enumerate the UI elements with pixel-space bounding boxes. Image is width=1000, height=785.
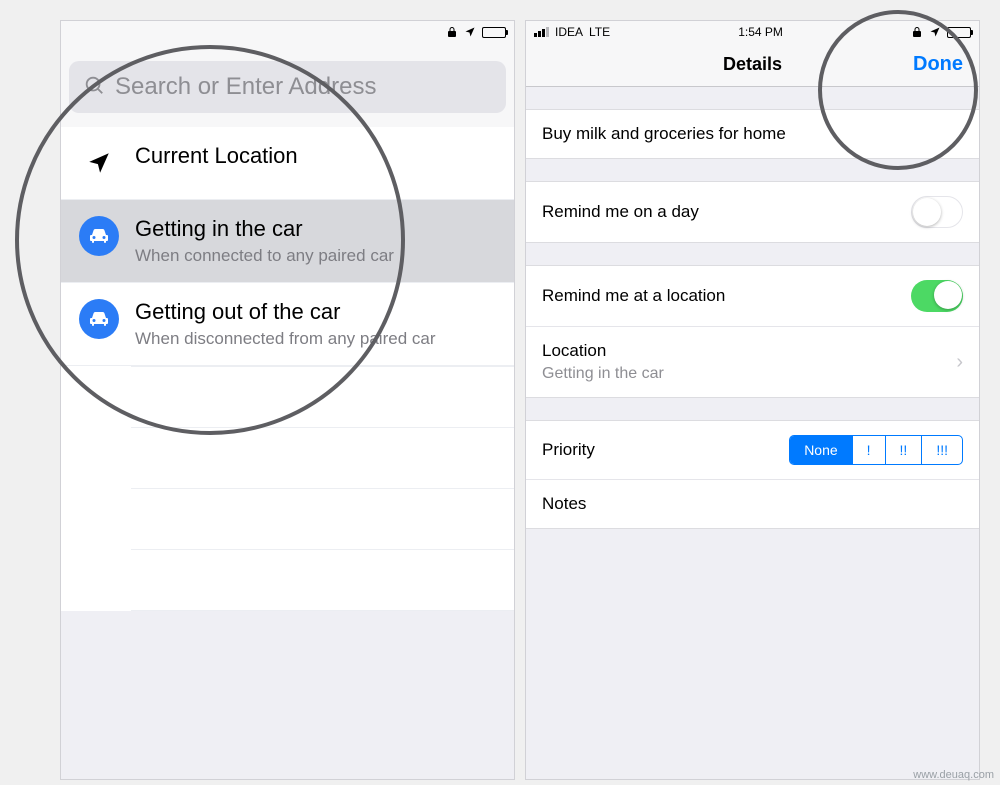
signal-icon (534, 27, 549, 37)
section-title: Buy milk and groceries for home (526, 109, 979, 159)
status-time: 1:54 PM (738, 25, 783, 39)
section-priority-notes: Priority None ! !! !!! Notes (526, 420, 979, 529)
priority-option-high[interactable]: !!! (922, 436, 962, 464)
location-row-getting-in-car[interactable]: Getting in the car When connected to any… (61, 200, 514, 283)
section-remind-day: Remind me on a day (526, 181, 979, 243)
done-button[interactable]: Done (913, 53, 963, 76)
empty-space (526, 529, 979, 780)
remind-day-label: Remind me on a day (542, 202, 699, 222)
network-label: LTE (589, 25, 610, 39)
location-title: Current Location (135, 143, 298, 169)
priority-option-low[interactable]: ! (853, 436, 886, 464)
search-bar-container: Search or Enter Address (61, 43, 514, 127)
chevron-right-icon: › (956, 351, 963, 374)
section-remind-location: Remind me at a location Location Getting… (526, 265, 979, 398)
location-subtitle: When connected to any paired car (135, 246, 394, 266)
priority-segmented[interactable]: None ! !! !!! (789, 435, 963, 465)
lock-icon (446, 26, 458, 38)
nav-title: Details (723, 54, 782, 75)
priority-option-med[interactable]: !! (886, 436, 923, 464)
priority-cell: Priority None ! !! !!! (526, 421, 979, 480)
location-title: Getting in the car (135, 216, 394, 242)
status-bar (61, 21, 514, 43)
carrier-label: IDEA (555, 25, 583, 39)
remind-location-toggle[interactable] (911, 280, 963, 312)
priority-label: Priority (542, 440, 595, 460)
search-icon (83, 74, 105, 101)
remind-day-toggle[interactable] (911, 196, 963, 228)
status-bar: IDEA LTE 1:54 PM (526, 21, 979, 43)
phone-reminder-details: IDEA LTE 1:54 PM Details Done Buy milk a… (525, 20, 980, 780)
location-label: Location (542, 341, 664, 361)
car-icon (79, 216, 119, 256)
battery-icon (947, 27, 971, 38)
empty-rows (61, 366, 514, 611)
lock-icon (911, 26, 923, 38)
remind-location-cell[interactable]: Remind me at a location (526, 266, 979, 327)
search-input[interactable]: Search or Enter Address (69, 61, 506, 113)
location-title: Getting out of the car (135, 299, 436, 325)
phone-location-picker: Search or Enter Address Current Location… (60, 20, 515, 780)
location-value: Getting in the car (542, 365, 664, 383)
remind-location-label: Remind me at a location (542, 286, 725, 306)
priority-option-none[interactable]: None (790, 436, 852, 464)
notes-cell[interactable]: Notes (526, 480, 979, 528)
location-row-current[interactable]: Current Location (61, 127, 514, 200)
notes-label: Notes (542, 494, 586, 514)
reminder-title-cell[interactable]: Buy milk and groceries for home (526, 110, 979, 158)
search-placeholder: Search or Enter Address (115, 73, 376, 101)
location-arrow-icon (464, 26, 476, 38)
remind-day-cell[interactable]: Remind me on a day (526, 182, 979, 242)
location-subtitle: When disconnected from any paired car (135, 329, 436, 349)
location-cell[interactable]: Location Getting in the car › (526, 327, 979, 397)
location-row-getting-out-car[interactable]: Getting out of the car When disconnected… (61, 283, 514, 366)
location-arrow-icon (79, 143, 119, 183)
car-icon (79, 299, 119, 339)
nav-bar: Details Done (526, 43, 979, 87)
reminder-title-text: Buy milk and groceries for home (542, 124, 786, 144)
battery-icon (482, 27, 506, 38)
location-arrow-icon (929, 26, 941, 38)
location-list: Current Location Getting in the car When… (61, 127, 514, 611)
watermark: www.deuaq.com (913, 769, 994, 781)
